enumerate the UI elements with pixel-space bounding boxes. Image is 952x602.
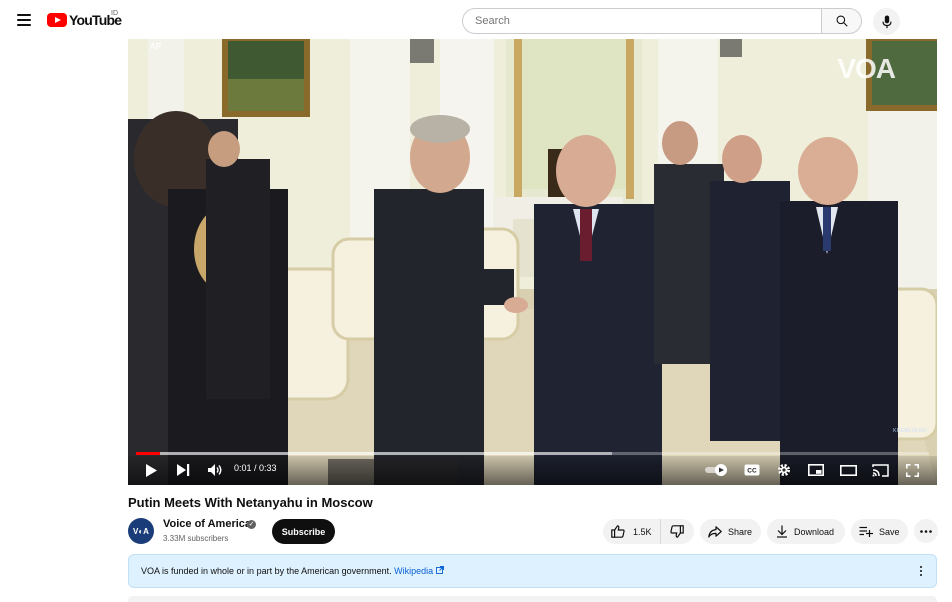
subscribe-button[interactable]: Subscribe [272,519,335,544]
play-icon [146,463,157,477]
time-display: 0:01 / 0:33 [234,463,277,473]
video-frame [128,39,937,485]
like-count: 1.5K [633,526,652,537]
hamburger-menu-icon[interactable] [12,8,36,32]
buffer-fill [136,452,612,455]
download-button[interactable]: Download [767,519,845,544]
share-icon [708,525,722,538]
search-icon [836,15,848,27]
theater-mode-button[interactable] [836,459,860,481]
more-horizontal-icon [920,529,932,533]
country-code: ID [111,10,118,17]
voice-search-button[interactable] [873,8,900,35]
description-card-edge [128,596,937,602]
video-title: Putin Meets With Netanyahu in Moscow [128,495,373,510]
share-button[interactable]: Share [700,519,761,544]
search-input[interactable] [462,8,821,34]
fullscreen-button[interactable] [900,459,924,481]
svg-text:CC: CC [747,468,757,475]
fullscreen-icon [905,463,919,477]
verified-check-icon: ✓ [247,520,256,529]
save-button[interactable]: Save [851,519,908,544]
miniplayer-icon [808,464,824,476]
next-button[interactable] [172,459,194,481]
funding-text: VOA is funded in whole or in part by the… [141,566,444,576]
kremlin-watermark: KREMLIN.RU [893,428,927,434]
funding-notice: VOA is funded in whole or in part by the… [128,554,937,588]
search-box [462,8,862,34]
voa-watermark: VOA [837,53,896,84]
next-icon [177,464,190,476]
progress-bar[interactable] [136,452,929,455]
search-button[interactable] [821,8,862,34]
save-to-playlist-icon [859,526,873,537]
cast-icon [871,463,889,477]
autoplay-icon [705,464,727,476]
microphone-icon [881,14,892,28]
volume-icon [207,464,221,476]
ap-watermark: AP [150,42,162,51]
thumbs-up-icon [611,525,625,538]
captions-icon: CC [744,464,760,476]
share-label: Share [728,526,753,537]
dislike-button[interactable] [661,519,693,544]
more-actions-button[interactable] [914,519,938,543]
like-dislike-group: 1.5K [603,519,694,544]
external-link-icon [435,566,444,574]
miniplayer-button[interactable] [804,459,828,481]
funding-statement: VOA is funded in whole or in part by the… [141,566,392,576]
wikipedia-link[interactable]: Wikipedia [394,566,444,576]
channel-name[interactable]: Voice of America [163,518,251,530]
autoplay-toggle[interactable] [704,459,732,481]
video-player[interactable]: AP VOA KREMLIN.RU 0:01 / 0:33 CC [128,39,937,485]
settings-button[interactable] [772,459,796,481]
download-icon [777,525,787,538]
settings-icon [778,464,790,476]
top-bar: YouTube ID [0,0,952,40]
subscriber-count: 3.33M subscribers [163,534,229,543]
cast-button[interactable] [868,459,892,481]
theater-icon [839,464,857,476]
play-button[interactable] [140,459,162,481]
captions-button[interactable]: CC [740,459,764,481]
like-button[interactable]: 1.5K [603,519,661,544]
funding-more-icon[interactable] [914,564,928,578]
save-label: Save [879,526,900,537]
progress-fill [136,452,160,455]
volume-button[interactable] [204,459,226,481]
channel-avatar[interactable]: V◐A [128,518,154,544]
youtube-play-icon [47,13,67,27]
download-label: Download [794,526,835,537]
thumbs-down-icon [670,525,684,538]
